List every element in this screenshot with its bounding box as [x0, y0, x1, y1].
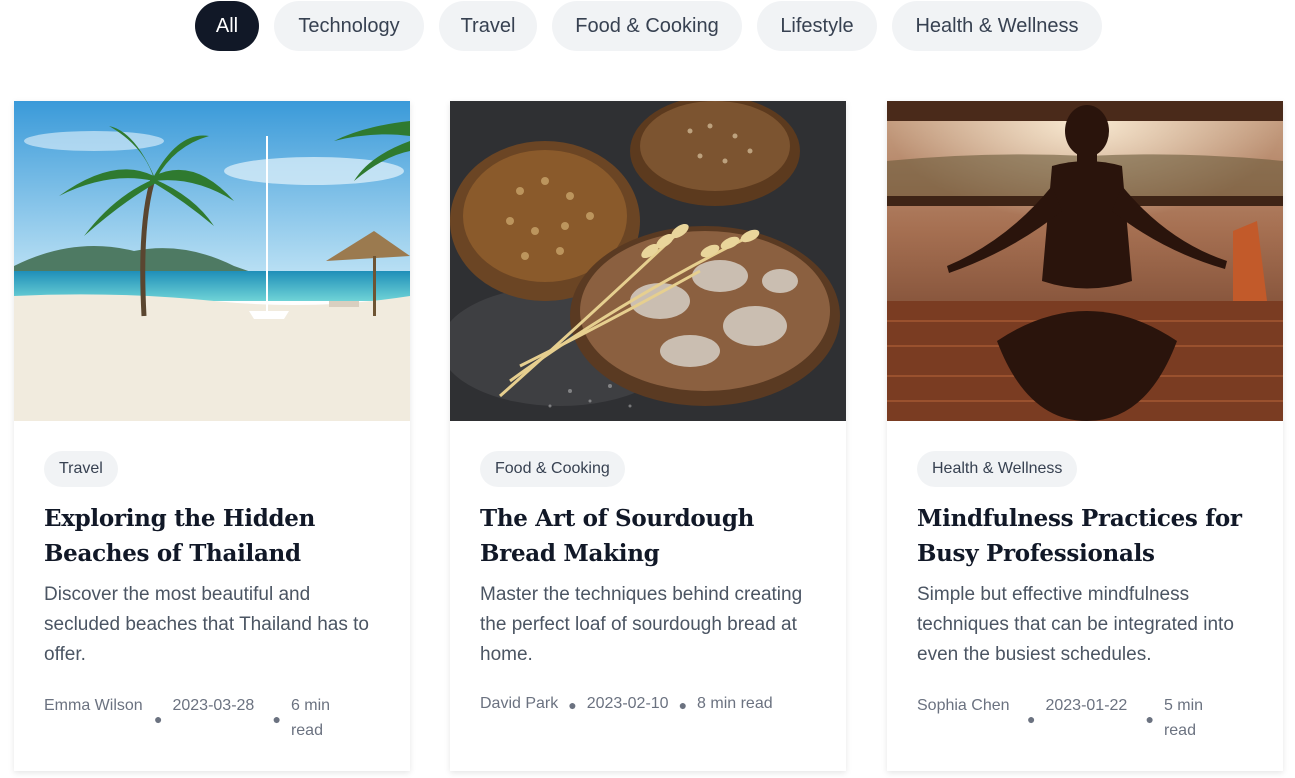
meditation-image	[887, 101, 1283, 421]
separator-dot: ●	[1027, 711, 1036, 727]
read-time: 8 min read	[697, 695, 773, 712]
post-author: Emma Wilson	[44, 697, 143, 714]
separator-dot: ●	[678, 697, 688, 713]
bread-photo[interactable]	[450, 101, 846, 421]
post-card-sourdough[interactable]: Food & Cooking The Art of Sourdough Brea…	[450, 101, 846, 771]
post-title[interactable]: The Art of Sourdough Bread Making	[480, 501, 820, 571]
read-time: 5 min read	[1163, 697, 1204, 739]
filter-all[interactable]: All	[195, 1, 259, 51]
post-date: 2023-01-22	[1045, 697, 1128, 714]
meditation-photo[interactable]	[887, 101, 1283, 421]
category-badge: Travel	[44, 451, 118, 487]
post-date: 2023-02-10	[586, 695, 669, 712]
post-author: David Park	[480, 695, 559, 712]
post-meta: David Park ● 2023-02-10 ● 8 min read	[480, 691, 825, 719]
post-meta: Emma Wilson ● 2023-03-28 ● 6 min read	[44, 691, 389, 743]
separator-dot: ●	[154, 711, 163, 727]
post-card-mindfulness[interactable]: Health & Wellness Mindfulness Practices …	[887, 101, 1283, 771]
separator-dot: ●	[272, 711, 281, 727]
category-badge: Food & Cooking	[480, 451, 625, 487]
filter-travel[interactable]: Travel	[439, 1, 537, 51]
separator-dot: ●	[1145, 711, 1154, 727]
bread-image	[450, 101, 846, 421]
post-excerpt: Master the techniques behind creating th…	[480, 584, 803, 665]
post-excerpt: Simple but effective mindfulness techniq…	[917, 584, 1234, 665]
post-excerpt: Discover the most beautiful and secluded…	[44, 584, 369, 665]
category-badge: Health & Wellness	[917, 451, 1078, 487]
beach-image	[14, 101, 410, 421]
post-date: 2023-03-28	[172, 697, 255, 714]
separator-dot: ●	[568, 697, 577, 713]
filter-food-cooking[interactable]: Food & Cooking	[552, 1, 742, 51]
category-filter-bar: All Technology Travel Food & Cooking Lif…	[0, 1, 1295, 51]
post-author: Sophia Chen	[917, 697, 1010, 714]
post-title[interactable]: Mindfulness Practices for Busy Professio…	[917, 501, 1257, 571]
beach-photo[interactable]	[14, 101, 410, 421]
filter-health-wellness[interactable]: Health & Wellness	[892, 1, 1102, 51]
filter-technology[interactable]: Technology	[274, 1, 424, 51]
read-time: 6 min read	[290, 697, 331, 739]
post-title[interactable]: Exploring the Hidden Beaches of Thailand	[44, 501, 384, 571]
post-card-thailand[interactable]: Travel Exploring the Hidden Beaches of T…	[14, 101, 410, 771]
filter-lifestyle[interactable]: Lifestyle	[757, 1, 877, 51]
post-meta: Sophia Chen ● 2023-01-22 ● 5 min read	[917, 691, 1262, 743]
